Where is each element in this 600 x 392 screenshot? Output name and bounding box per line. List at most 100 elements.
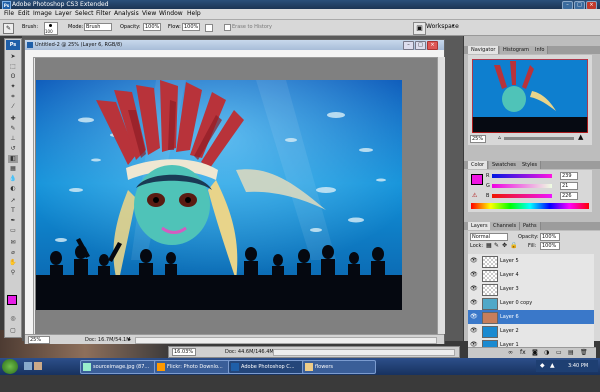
fill-field[interactable]: 100% xyxy=(540,242,560,250)
zoom-out-icon[interactable]: ▵ xyxy=(498,134,501,141)
screen-mode-icon[interactable]: ▢ xyxy=(8,327,18,335)
shape-tool-icon[interactable]: ▭ xyxy=(8,227,18,235)
layer-row-layer-3[interactable]: 👁 Layer 3 xyxy=(468,282,594,297)
brush-preset-picker[interactable]: 100 xyxy=(44,22,58,35)
start-button[interactable] xyxy=(2,359,18,374)
lock-position-icon[interactable]: ✥ xyxy=(502,242,507,249)
navigator-thumbnail[interactable] xyxy=(472,59,588,133)
menu-view[interactable]: View xyxy=(142,10,156,17)
g-slider[interactable] xyxy=(492,184,552,188)
task-photoshop[interactable]: Adobe Photoshop C... xyxy=(228,360,312,374)
lasso-tool-icon[interactable]: ʘ xyxy=(8,73,18,81)
menu-filter[interactable]: Filter xyxy=(96,10,111,17)
r-value[interactable]: 239 xyxy=(560,172,578,180)
layer-row-layer-2[interactable]: 👁 Layer 2 xyxy=(468,324,594,339)
b-slider[interactable] xyxy=(492,194,552,198)
tab-navigator[interactable]: Navigator xyxy=(468,46,500,54)
visibility-eye-icon[interactable]: 👁 xyxy=(470,257,478,264)
menu-help[interactable]: Help xyxy=(187,10,201,17)
menu-image[interactable]: Image xyxy=(33,10,52,17)
visibility-eye-icon[interactable]: 👁 xyxy=(470,327,478,334)
mode-select[interactable]: Brush xyxy=(84,23,112,31)
lock-all-icon[interactable]: 🔒 xyxy=(510,242,517,249)
task-flowers[interactable]: flowers xyxy=(302,360,376,374)
tab-histogram[interactable]: Histogram xyxy=(500,46,533,54)
color-foreground-swatch[interactable] xyxy=(471,174,483,185)
doc2-horizontal-scrollbar[interactable] xyxy=(273,349,455,356)
horizontal-scrollbar[interactable] xyxy=(135,337,437,344)
quick-mask-icon[interactable]: ◎ xyxy=(8,315,18,323)
link-layers-icon[interactable]: ∞ xyxy=(508,349,513,356)
layer-mask-icon[interactable]: ◙ xyxy=(532,349,538,356)
tab-swatches[interactable]: Swatches xyxy=(489,161,520,169)
zoom-tool-icon[interactable]: ⚲ xyxy=(8,269,18,277)
navigator-zoom-slider[interactable] xyxy=(504,137,574,140)
healing-brush-tool-icon[interactable]: ✚ xyxy=(8,115,18,123)
tab-paths[interactable]: Paths xyxy=(520,222,541,230)
layer-row-layer-5[interactable]: 👁 Layer 5 xyxy=(468,254,594,269)
erase-history-checkbox[interactable] xyxy=(224,24,231,31)
tab-styles[interactable]: Styles xyxy=(519,161,542,169)
path-selection-tool-icon[interactable]: ➚ xyxy=(8,197,18,205)
doc-close-button[interactable]: × xyxy=(427,41,438,50)
opacity-field[interactable]: 100% xyxy=(143,23,161,31)
type-tool-icon[interactable]: T xyxy=(8,207,18,215)
quicklaunch-icon[interactable] xyxy=(24,362,32,370)
dodge-tool-icon[interactable]: ◐ xyxy=(8,185,18,193)
color-spectrum-ramp[interactable] xyxy=(471,203,589,209)
history-brush-tool-icon[interactable]: ↺ xyxy=(8,145,18,153)
lock-transparency-icon[interactable]: ▦ xyxy=(486,242,492,249)
volume-icon[interactable]: ◆ xyxy=(540,362,545,369)
menu-layer[interactable]: Layer xyxy=(55,10,72,17)
hand-tool-icon[interactable]: ✋ xyxy=(8,259,18,267)
eraser-tool-icon[interactable]: ◧ xyxy=(8,155,18,163)
layer-row-layer-0-copy[interactable]: 👁 Layer 0 copy xyxy=(468,296,594,311)
flow-field[interactable]: 100% xyxy=(182,23,200,31)
task-flickr[interactable]: Flickr: Photo Downlo... xyxy=(154,360,238,374)
visibility-eye-icon[interactable]: 👁 xyxy=(470,299,478,306)
brush-tool-icon[interactable]: ✎ xyxy=(8,125,18,133)
slice-tool-icon[interactable]: ⁄ xyxy=(8,103,18,111)
doc-maximize-button[interactable]: □ xyxy=(415,41,426,50)
crop-tool-icon[interactable]: ⌗ xyxy=(8,93,18,101)
airbrush-toggle[interactable] xyxy=(205,24,213,32)
menu-edit[interactable]: Edit xyxy=(18,10,30,17)
layer-row-layer-6[interactable]: 👁 Layer 6 xyxy=(468,310,594,325)
visibility-eye-icon[interactable]: 👁 xyxy=(470,313,478,320)
pen-tool-icon[interactable]: ✒ xyxy=(8,217,18,225)
visibility-eye-icon[interactable]: 👁 xyxy=(470,271,478,278)
eraser-tool-icon[interactable]: ✎ xyxy=(3,23,14,34)
layer-opacity-field[interactable]: 100% xyxy=(540,233,560,241)
menu-analysis[interactable]: Analysis xyxy=(114,10,139,17)
visibility-eye-icon[interactable]: 👁 xyxy=(470,285,478,292)
tab-color[interactable]: Color xyxy=(468,161,489,169)
doc2-zoom-field[interactable]: 16.03% xyxy=(172,348,196,356)
foreground-color-swatch[interactable] xyxy=(7,295,17,305)
lock-pixels-icon[interactable]: ✎ xyxy=(494,242,499,249)
b-value[interactable]: 226 xyxy=(560,192,578,200)
navigator-zoom-field[interactable]: 25% xyxy=(470,135,486,143)
new-layer-icon[interactable]: ▤ xyxy=(568,349,574,356)
adjustment-layer-icon[interactable]: ◑ xyxy=(544,349,549,356)
layer-style-icon[interactable]: fx xyxy=(520,349,526,356)
blur-tool-icon[interactable]: 💧 xyxy=(8,175,18,183)
menu-window[interactable]: Window xyxy=(159,10,183,17)
r-slider[interactable] xyxy=(492,174,552,178)
clone-stamp-tool-icon[interactable]: ⊥ xyxy=(8,135,18,143)
menu-select[interactable]: Select xyxy=(75,10,94,17)
g-value[interactable]: 21 xyxy=(560,182,578,190)
vertical-scrollbar[interactable] xyxy=(437,57,445,334)
blend-mode-select[interactable]: Normal xyxy=(470,233,508,241)
layer-row-layer-4[interactable]: 👁 Layer 4 xyxy=(468,268,594,283)
marquee-tool-icon[interactable]: ⬚ xyxy=(8,63,18,71)
new-group-icon[interactable]: ▭ xyxy=(556,349,562,356)
gradient-tool-icon[interactable]: ▦ xyxy=(8,165,18,173)
trash-icon[interactable]: 🗑 xyxy=(580,349,588,356)
tab-layers[interactable]: Layers xyxy=(468,222,492,230)
doc-minimize-button[interactable]: – xyxy=(403,41,414,50)
network-icon[interactable]: ▲ xyxy=(550,362,555,369)
status-menu-arrow-icon[interactable]: ▸ xyxy=(128,336,131,343)
menu-file[interactable]: File xyxy=(4,10,14,17)
doc-zoom-field[interactable]: 25% xyxy=(28,336,50,344)
move-tool-icon[interactable]: ➤ xyxy=(8,53,18,61)
